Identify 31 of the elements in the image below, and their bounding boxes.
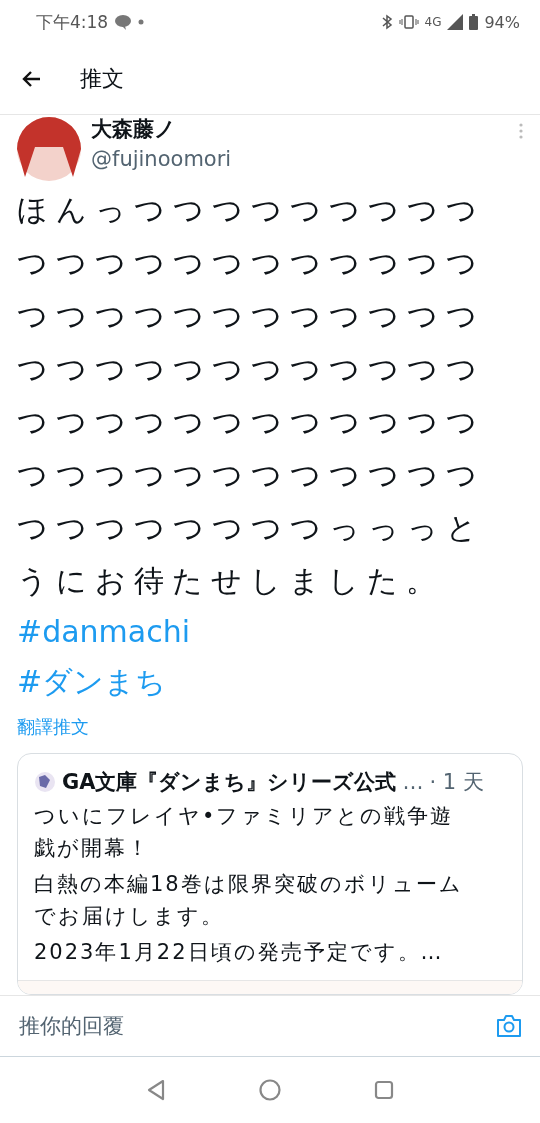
quoted-text: ついにフレイヤ•ファミリアとの戦争遊戯が開幕！ <box>33 803 455 862</box>
camera-icon[interactable] <box>495 1013 523 1039</box>
tweet-text: ほんっつつつつつつつつつつつつつつつつつつつつつつつつつつつつつつつつつつつつつつつつつつつつつつつつつつつつつつつつつつつつつつつつつつつつつつつつつつつつつっっっとうにお待たせしました。 <box>17 191 486 600</box>
quoted-author: GA文庫『ダンまち』シリーズ公式 <box>62 769 397 796</box>
back-nav-icon[interactable] <box>146 1079 167 1101</box>
hashtag-link[interactable]: #ダンまち <box>17 657 167 707</box>
quoted-ellipsis: … <box>402 770 424 794</box>
vibrate-icon <box>398 14 419 30</box>
quoted-time: · 1 天 <box>429 769 484 796</box>
chat-app-icon <box>114 14 133 30</box>
battery-level: 94% <box>484 12 520 32</box>
author-name: 大森藤ノ <box>91 117 177 141</box>
recents-nav-icon[interactable] <box>373 1080 394 1100</box>
status-time: 下午4:18 <box>36 10 109 34</box>
reply-field[interactable]: 推你的回覆 <box>17 1013 495 1039</box>
quoted-avatar <box>34 771 56 793</box>
bluetooth-icon <box>380 14 393 30</box>
avatar[interactable] <box>17 117 81 181</box>
author-handle: @fujinoomori <box>91 147 233 171</box>
more-icon[interactable] <box>519 123 523 139</box>
dot-icon <box>138 19 145 25</box>
network-label: 4G <box>424 15 442 29</box>
quoted-tweet-card[interactable]: GA文庫『ダンまち』シリーズ公式 … · 1 天 ついにフレイヤ•ファミリアとの戦争遊戯が開幕！ 白熱の本編18巻は限界突破のボリュームでお届けします。 2023年1月22日頃の発売予定です。… <box>17 753 523 995</box>
translate-link[interactable]: 翻譯推文 <box>17 715 89 739</box>
hashtag-link[interactable]: #danmachi <box>17 607 191 657</box>
page-title: 推文 <box>80 65 124 93</box>
quoted-text: 2023年1月22日頃の発売予定です。… <box>33 939 445 966</box>
battery-icon <box>469 14 479 30</box>
home-nav-icon[interactable] <box>259 1079 281 1101</box>
quoted-text: 白熱の本編18巻は限界突破のボリュームでお届けします。 <box>33 871 464 930</box>
signal-icon <box>447 14 464 30</box>
